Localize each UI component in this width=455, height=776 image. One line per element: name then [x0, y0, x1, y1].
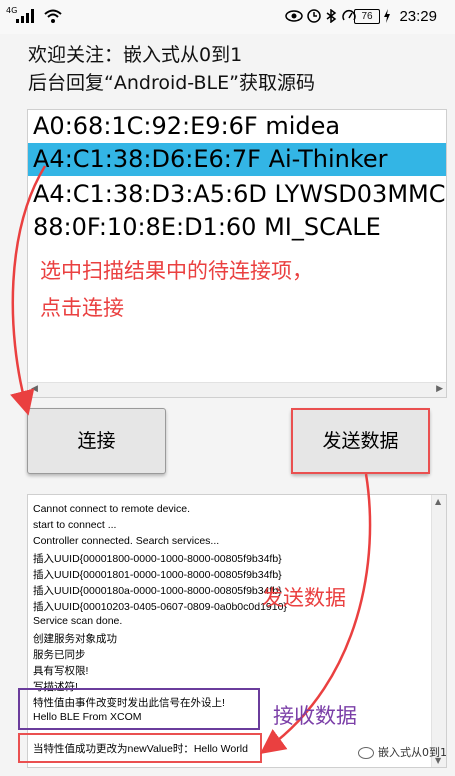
- annotation-click-connect: 点击连接: [40, 296, 124, 320]
- annotation-send-data: 发送数据: [262, 586, 346, 610]
- annotation-arrows: [10, 165, 372, 754]
- wechat-icon: [358, 747, 374, 759]
- watermark-text: 嵌入式从0到1: [378, 746, 447, 759]
- annotation-select-hint: 选中扫描结果中的待连接项，: [40, 259, 313, 283]
- annotation-receive-data: 接收数据: [273, 704, 357, 728]
- watermark: 嵌入式从0到1: [358, 744, 447, 760]
- arrow-to-connect-icon: [10, 165, 47, 416]
